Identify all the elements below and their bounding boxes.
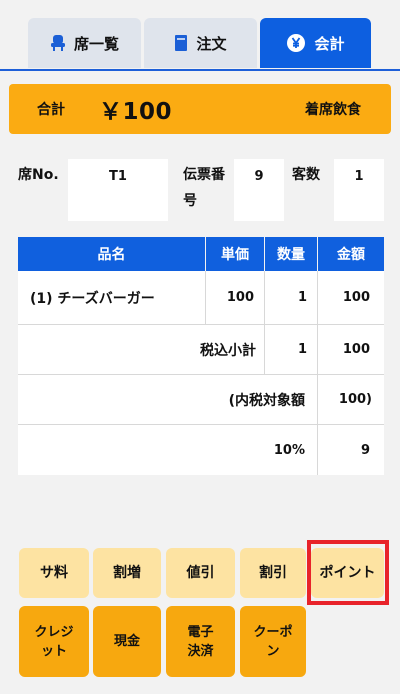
- tab-underline: [0, 69, 400, 71]
- seat-no-label: 席No.: [18, 167, 59, 183]
- slip-no-text: 9: [254, 169, 264, 184]
- tab-label: 会計: [314, 34, 345, 53]
- grid-line: [264, 271, 265, 374]
- taxable-amount: 100): [338, 392, 372, 407]
- item-unit-price: 100: [226, 290, 254, 305]
- seat-no-value: T1: [68, 159, 168, 221]
- yen-icon: [286, 33, 306, 53]
- percent-discount-button[interactable]: 割引: [240, 548, 306, 598]
- tab-label: 席一覧: [73, 34, 119, 53]
- tab-order[interactable]: 注文: [144, 18, 257, 68]
- tab-seat-list[interactable]: 席一覧: [28, 18, 141, 68]
- guest-count-label: 客数: [292, 167, 320, 183]
- tax-amount: 9: [360, 442, 370, 458]
- e-payment-button[interactable]: 電子決済: [166, 606, 235, 677]
- cash-button[interactable]: 現金: [93, 606, 161, 677]
- total-summary-bar: 合計 ￥100 着席飲食: [9, 84, 391, 134]
- item-name: (1) チーズバーガー: [30, 290, 155, 307]
- guest-count-text: 1: [354, 169, 364, 184]
- dining-mode: 着席飲食: [305, 102, 361, 118]
- item-amount: 100: [342, 290, 370, 305]
- grid-line: [18, 374, 384, 375]
- subtotal-amount: 100: [342, 342, 370, 357]
- header-unit-price: 単価: [206, 237, 264, 271]
- slip-no-label: 伝票番号: [183, 167, 225, 209]
- price-discount-button[interactable]: 値引: [166, 548, 235, 598]
- order-book-icon: [174, 34, 188, 52]
- item-quantity: 1: [297, 290, 307, 305]
- tab-checkout[interactable]: 会計: [260, 18, 371, 68]
- taxable-label: (内税対象額: [228, 392, 305, 409]
- grid-line: [205, 271, 206, 324]
- total-label: 合計: [37, 102, 65, 118]
- grid-line: [18, 424, 384, 425]
- header-quantity: 数量: [265, 237, 317, 271]
- tab-label: 注文: [196, 34, 227, 53]
- header-item-name: 品名: [18, 237, 205, 271]
- seat-no-text: T1: [109, 169, 127, 184]
- points-button-highlight: [307, 540, 389, 605]
- credit-card-button[interactable]: クレジット: [19, 606, 89, 677]
- surcharge-button[interactable]: 割増: [93, 548, 161, 598]
- header-amount: 金額: [318, 237, 384, 271]
- tax-rate: 10%: [273, 442, 305, 458]
- total-amount: ￥100: [99, 99, 173, 125]
- seat-icon: [50, 34, 66, 52]
- service-charge-button[interactable]: サ料: [19, 548, 89, 598]
- subtotal-quantity: 1: [297, 342, 307, 357]
- grid-line: [18, 324, 384, 325]
- grid-line: [317, 271, 318, 475]
- slip-no-value: 9: [234, 159, 284, 221]
- tab-bar: 席一覧 注文 会計: [0, 0, 400, 72]
- subtotal-label: 税込小計: [200, 342, 256, 359]
- guest-count-value: 1: [334, 159, 384, 221]
- coupon-button[interactable]: クーポン: [240, 606, 306, 677]
